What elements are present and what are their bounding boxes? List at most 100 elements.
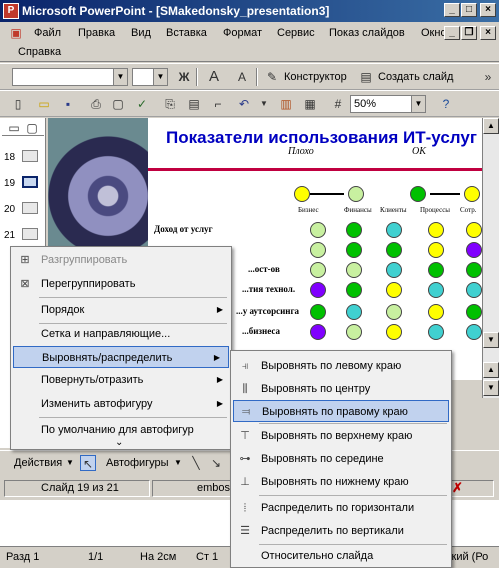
menu-item-align-bottom[interactable]: ⊥ Выровнять по нижнему краю: [231, 471, 451, 493]
menu-slideshow[interactable]: Показ слайдов: [329, 27, 405, 39]
status-dot[interactable]: [386, 324, 402, 340]
slide-title[interactable]: Показатели использования ИТ-услуг: [166, 128, 477, 148]
bold-icon[interactable]: Ж: [176, 69, 192, 85]
close-button[interactable]: ×: [480, 3, 496, 17]
menu-item-regroup[interactable]: ⊠ Перегруппировать: [11, 273, 231, 295]
help-icon[interactable]: ?: [438, 96, 454, 112]
status-dot[interactable]: [386, 262, 402, 278]
status-dot[interactable]: [466, 242, 482, 258]
menu-item-distribute-horizontal[interactable]: ⦙ Распределить по горизонтали: [231, 497, 451, 519]
line-icon[interactable]: ╲: [188, 455, 204, 471]
menu-view[interactable]: Вид: [131, 27, 151, 39]
slides-tab[interactable]: ▢: [24, 120, 40, 136]
menu-item-align-left[interactable]: ⫣ Выровнять по левому краю: [231, 355, 451, 377]
status-dot[interactable]: [310, 242, 326, 258]
status-dot[interactable]: [310, 262, 326, 278]
print-icon[interactable]: ⎙: [88, 96, 104, 112]
menu-insert[interactable]: Вставка: [166, 27, 207, 39]
vertical-scrollbar[interactable]: ▲ ▼ ▲ ▼: [482, 118, 499, 398]
decrease-font-icon[interactable]: A: [234, 69, 250, 85]
document-icon[interactable]: ▣: [8, 25, 24, 41]
status-dot[interactable]: [466, 324, 482, 340]
prev-slide-icon[interactable]: ▲: [483, 362, 499, 378]
status-dot[interactable]: [346, 242, 362, 258]
slide-thumbnail[interactable]: [22, 150, 38, 162]
designer-button[interactable]: Конструктор: [284, 71, 347, 83]
status-dot[interactable]: [386, 282, 402, 298]
slide-thumbnail-selected[interactable]: [22, 176, 38, 188]
scroll-up-icon[interactable]: ▲: [483, 118, 499, 134]
font-combo[interactable]: ▼: [12, 68, 128, 86]
status-dot[interactable]: [466, 304, 482, 320]
menu-item-grid-guides[interactable]: Сетка и направляющие...: [11, 323, 231, 345]
select-pointer-icon[interactable]: ↖: [80, 455, 96, 471]
menu-item-change-autoshape[interactable]: Изменить автофигуру ▶: [11, 393, 231, 415]
status-dot[interactable]: [346, 222, 362, 238]
status-dot[interactable]: [428, 324, 444, 340]
status-dot[interactable]: [346, 324, 362, 340]
expand-menu-icon[interactable]: ⌄: [115, 437, 123, 448]
spelling-icon[interactable]: ✓: [134, 96, 150, 112]
status-dot[interactable]: [310, 282, 326, 298]
grid-icon[interactable]: #: [330, 96, 346, 112]
menu-item-order[interactable]: Порядок ▶: [11, 299, 231, 321]
format-painter-icon[interactable]: ⌐: [210, 96, 226, 112]
save-icon[interactable]: ▪: [60, 96, 76, 112]
menu-item-align-distribute[interactable]: Выровнять/распределить ▶: [13, 346, 229, 368]
status-dot[interactable]: [346, 304, 362, 320]
status-dot[interactable]: [346, 262, 362, 278]
doc-close-button[interactable]: ×: [480, 26, 496, 40]
menu-item-align-center[interactable]: ⫼ Выровнять по центру: [231, 378, 451, 400]
status-dot[interactable]: [428, 222, 444, 238]
open-icon[interactable]: ▭: [36, 96, 52, 112]
minimize-button[interactable]: _: [444, 3, 460, 17]
slide-thumbnail[interactable]: [22, 228, 38, 240]
status-dot[interactable]: [310, 324, 326, 340]
status-dot[interactable]: [466, 262, 482, 278]
arrow-icon[interactable]: ↘: [208, 455, 224, 471]
status-dot[interactable]: [428, 242, 444, 258]
status-dot[interactable]: [386, 304, 402, 320]
new-slide-button[interactable]: Создать слайд: [378, 71, 453, 83]
undo-icon[interactable]: ↶: [236, 96, 252, 112]
menu-item-align-middle[interactable]: ⊶ Выровнять по середине: [231, 448, 451, 470]
menu-item-align-right[interactable]: ⫤ Выровнять по правому краю: [233, 400, 449, 422]
increase-font-icon[interactable]: A: [206, 69, 222, 85]
menu-item-ungroup[interactable]: ⊞ Разгруппировать: [11, 249, 231, 271]
status-dot[interactable]: [466, 282, 482, 298]
font-size-combo[interactable]: ▼: [132, 68, 168, 86]
status-dot[interactable]: [466, 222, 482, 238]
doc-minimize-button[interactable]: _: [444, 26, 460, 40]
powerpoint-app-icon[interactable]: P: [3, 3, 19, 19]
scroll-down-icon[interactable]: ▼: [483, 332, 499, 348]
status-dot[interactable]: [428, 282, 444, 298]
menu-window[interactable]: Окно: [421, 27, 447, 39]
print-preview-icon[interactable]: ▢: [110, 96, 126, 112]
menu-tools[interactable]: Сервис: [277, 27, 315, 39]
menu-item-align-top[interactable]: ⊤ Выровнять по верхнему краю: [231, 425, 451, 447]
slide-thumbnail[interactable]: [22, 202, 38, 214]
menu-file[interactable]: Файл: [34, 27, 61, 39]
doc-restore-button[interactable]: ❐: [461, 26, 477, 40]
menu-item-relative-to-slide[interactable]: Относительно слайда: [231, 545, 451, 567]
maximize-button[interactable]: □: [461, 3, 477, 17]
menu-help[interactable]: Справка: [18, 46, 61, 58]
status-dot[interactable]: [428, 304, 444, 320]
paste-icon[interactable]: ▤: [186, 96, 202, 112]
status-dot[interactable]: [310, 304, 326, 320]
menu-edit[interactable]: Правка: [78, 27, 115, 39]
status-dot[interactable]: [386, 242, 402, 258]
actions-menu[interactable]: Действия: [14, 457, 62, 469]
table-icon[interactable]: ▦: [302, 96, 318, 112]
status-dot[interactable]: [346, 282, 362, 298]
chevron-down-icon[interactable]: ▼: [256, 96, 272, 112]
toolbar-options-icon[interactable]: »: [480, 69, 496, 85]
status-dot[interactable]: [428, 262, 444, 278]
status-dot[interactable]: [386, 222, 402, 238]
status-dot[interactable]: [310, 222, 326, 238]
outline-tab[interactable]: ▭: [6, 120, 22, 136]
menu-item-distribute-vertical[interactable]: ☰ Распределить по вертикали: [231, 520, 451, 542]
menu-format[interactable]: Формат: [223, 27, 262, 39]
autoshapes-menu[interactable]: Автофигуры: [106, 457, 169, 469]
zoom-combo[interactable]: 50% ▼: [350, 95, 426, 113]
